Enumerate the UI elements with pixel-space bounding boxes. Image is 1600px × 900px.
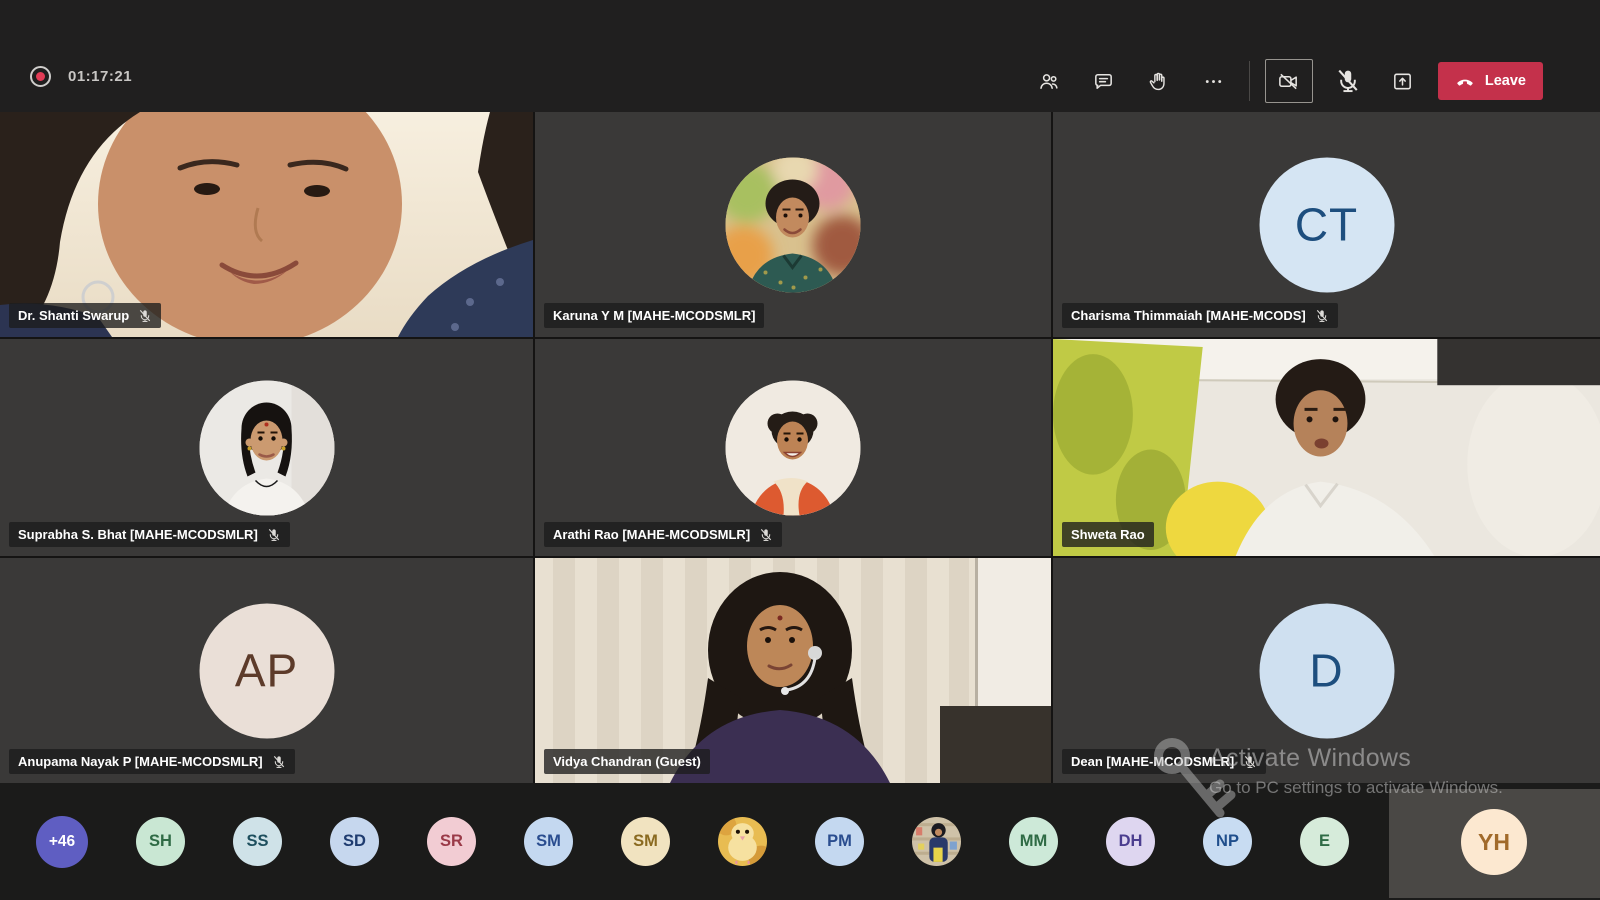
participant-avatar[interactable]: MM (1009, 817, 1058, 866)
video-tile-anupama[interactable]: AP Anupama Nayak P [MAHE-MCODSMLR] (0, 558, 533, 783)
mic-off-icon (1335, 68, 1361, 94)
participant-avatar[interactable]: SH (136, 817, 185, 866)
participant-name-label: Dr. Shanti Swarup (9, 303, 161, 328)
raise-hand-icon (1147, 70, 1170, 93)
participant-name: Anupama Nayak P [MAHE-MCODSMLR] (18, 754, 263, 769)
toolbar-divider (1249, 61, 1250, 101)
participant-avatar[interactable]: SS (233, 817, 282, 866)
self-initials-avatar: YH (1461, 809, 1527, 875)
share-screen-icon (1391, 70, 1414, 93)
participant-name-label: Arathi Rao [MAHE-MCODSMLR] (544, 522, 782, 547)
video-tile-shanti-swarup[interactable]: Dr. Shanti Swarup (0, 112, 533, 337)
raise-hand-button[interactable] (1139, 61, 1179, 101)
more-options-button[interactable] (1194, 61, 1234, 101)
chat-icon (1092, 70, 1115, 93)
participant-photo-avatar-shopper[interactable] (912, 817, 961, 866)
participant-avatar[interactable]: SR (427, 817, 476, 866)
camera-toggle-button[interactable] (1265, 59, 1313, 103)
hang-up-icon (1455, 71, 1475, 91)
shopper-photo (912, 817, 961, 866)
chick-photo (718, 817, 767, 866)
share-screen-button[interactable] (1383, 61, 1423, 101)
muted-mic-icon (272, 755, 286, 769)
meeting-toolbar: 01:17:21 Leave (0, 0, 1600, 112)
profile-photo-avatar (199, 380, 334, 515)
participant-name-label: Shweta Rao (1062, 522, 1154, 547)
participant-avatar[interactable]: SM (621, 817, 670, 866)
video-tile-karuna[interactable]: Karuna Y M [MAHE-MCODSMLR] (535, 112, 1051, 337)
participant-avatar[interactable]: SM (524, 817, 573, 866)
video-tile-suprabha[interactable]: Suprabha S. Bhat [MAHE-MCODSMLR] (0, 339, 533, 556)
participant-name-label: Anupama Nayak P [MAHE-MCODSMLR] (9, 749, 295, 774)
overflow-count-avatar[interactable]: +46 (36, 816, 88, 868)
participant-avatar[interactable]: SD (330, 817, 379, 866)
muted-mic-icon (759, 528, 773, 542)
video-tile-vidya[interactable]: Vidya Chandran (Guest) (535, 558, 1051, 783)
participant-photo-avatar-chick[interactable] (718, 817, 767, 866)
mic-toggle-button[interactable] (1328, 61, 1368, 101)
participant-name-label: Suprabha S. Bhat [MAHE-MCODSMLR] (9, 522, 290, 547)
muted-mic-icon (267, 528, 281, 542)
activate-windows-watermark: Activate Windows (1209, 744, 1411, 773)
video-tile-charisma[interactable]: CT Charisma Thimmaiah [MAHE-MCODS] (1053, 112, 1600, 337)
profile-photo-avatar (726, 157, 861, 292)
participant-name: Charisma Thimmaiah [MAHE-MCODS] (1071, 308, 1306, 323)
video-tile-arathi[interactable]: Arathi Rao [MAHE-MCODSMLR] (535, 339, 1051, 556)
initials-avatar: D (1259, 603, 1394, 738)
muted-mic-icon (138, 309, 152, 323)
recording-status: 01:17:21 (30, 66, 132, 87)
participant-name: Karuna Y M [MAHE-MCODSMLR] (553, 308, 755, 323)
video-grid: Dr. Shanti Swarup (0, 112, 1600, 783)
leave-button[interactable]: Leave (1438, 62, 1543, 100)
video-tile-shweta[interactable]: Shweta Rao (1053, 339, 1600, 556)
participant-avatar[interactable]: PM (815, 817, 864, 866)
call-controls: Leave (1029, 59, 1543, 103)
meeting-timer: 01:17:21 (68, 68, 132, 85)
participant-name-label: Vidya Chandran (Guest) (544, 749, 710, 774)
participant-name-label: Charisma Thimmaiah [MAHE-MCODS] (1062, 303, 1338, 328)
people-icon (1037, 70, 1060, 93)
leave-label: Leave (1485, 73, 1526, 89)
participant-name: Arathi Rao [MAHE-MCODSMLR] (553, 527, 750, 542)
participants-button[interactable] (1029, 61, 1069, 101)
self-video-preview[interactable]: YH (1389, 789, 1600, 898)
activate-windows-watermark-subtext: Go to PC settings to activate Windows. (1209, 778, 1503, 798)
recording-icon (30, 66, 51, 87)
ellipsis-icon (1202, 70, 1225, 93)
initials-avatar: AP (199, 603, 334, 738)
muted-mic-icon (1315, 309, 1329, 323)
participant-avatar[interactable]: E (1300, 817, 1349, 866)
chat-button[interactable] (1084, 61, 1124, 101)
camera-off-icon (1277, 70, 1300, 93)
participant-strip: +46 SH SS SD SR SM SM PM (0, 783, 1600, 900)
participant-name: Shweta Rao (1071, 527, 1145, 542)
teams-meeting-window: 01:17:21 Leave (0, 0, 1600, 900)
participant-name: Suprabha S. Bhat [MAHE-MCODSMLR] (18, 527, 258, 542)
participant-name: Vidya Chandran (Guest) (553, 754, 701, 769)
profile-photo-avatar (726, 380, 861, 515)
participant-name-label: Karuna Y M [MAHE-MCODSMLR] (544, 303, 764, 328)
initials-avatar: CT (1259, 157, 1394, 292)
participant-name: Dr. Shanti Swarup (18, 308, 129, 323)
